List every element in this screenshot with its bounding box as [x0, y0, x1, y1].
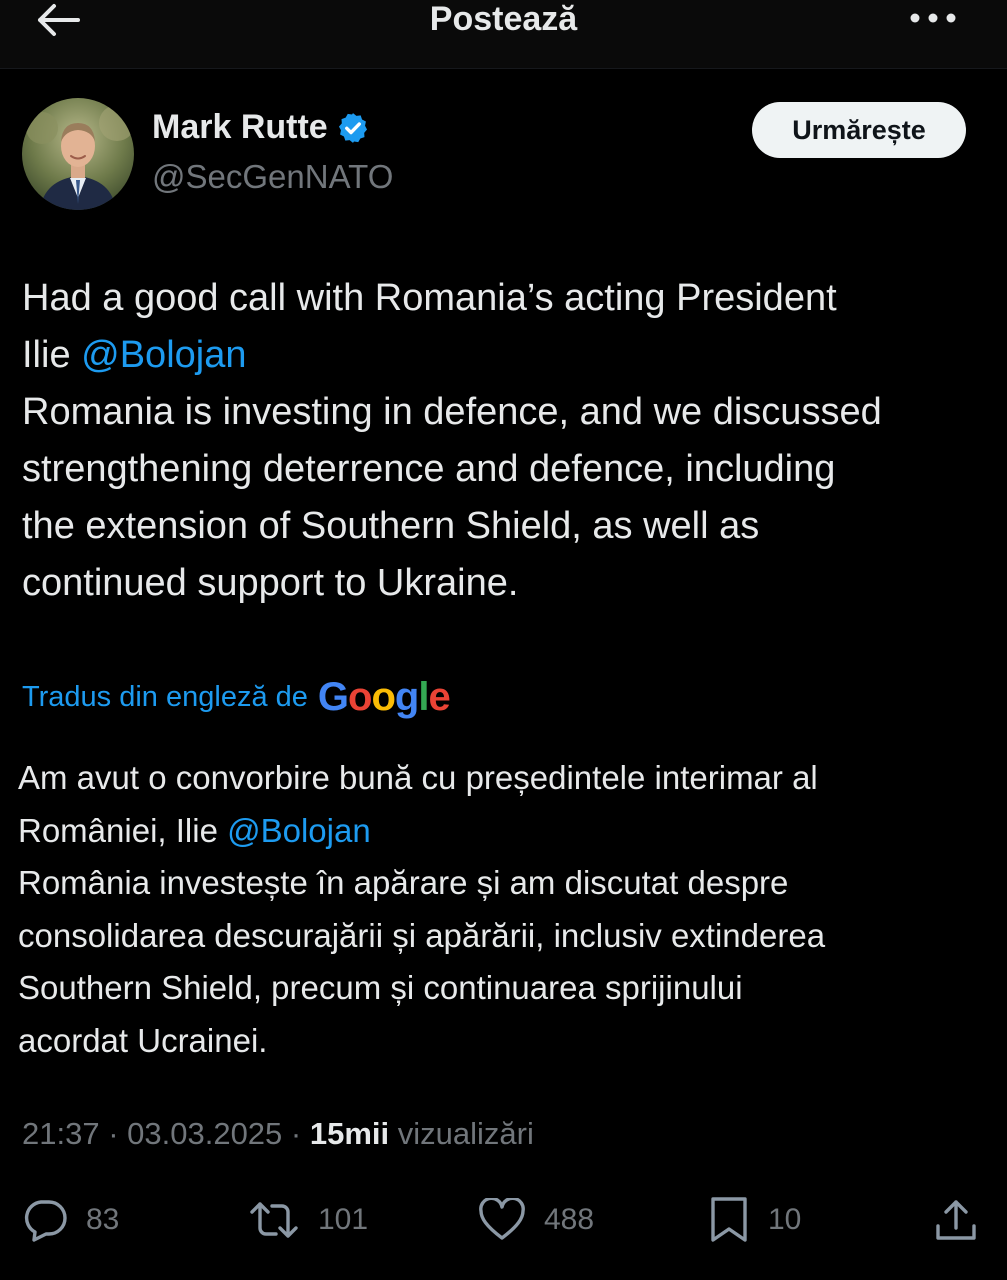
views-count[interactable]: 15mii	[310, 1116, 389, 1151]
repost-count: 101	[318, 1203, 369, 1236]
like-button[interactable]: 488	[478, 1196, 594, 1244]
follow-button[interactable]: Urmărește	[752, 102, 966, 158]
tweet-line: Had a good call with Romania’s acting Pr…	[22, 277, 837, 319]
google-logo: Google	[317, 674, 451, 719]
top-bar: Postează	[0, 0, 1007, 69]
translated-text: Am avut o convorbire bună cu președintel…	[18, 752, 998, 1067]
mention-link[interactable]: @Bolojan	[81, 334, 246, 376]
post-meta: 21:37 · 03.03.2025 · 15mii vizualizări	[22, 1116, 534, 1152]
translated-text-segment: României, Ilie	[18, 811, 228, 849]
verified-badge-icon	[338, 112, 367, 143]
share-button[interactable]	[934, 1196, 978, 1244]
translated-line: Am avut o convorbire bună cu președintel…	[18, 759, 818, 796]
reply-icon	[24, 1200, 67, 1242]
translated-line: României, Ilie @Bolojan	[18, 805, 998, 858]
translated-line: Southern Shield, precum și continuarea s…	[18, 969, 743, 1006]
post-date[interactable]: 03.03.2025	[127, 1116, 282, 1151]
views-label: vizualizări	[397, 1116, 534, 1151]
bookmark-button[interactable]: 10	[708, 1196, 801, 1244]
tweet-line: Romania is investing in defence, and we …	[22, 391, 882, 433]
back-arrow-icon	[38, 4, 80, 36]
post-time[interactable]: 21:37	[22, 1116, 100, 1151]
reply-button[interactable]: 83	[22, 1196, 119, 1244]
more-icon	[910, 13, 956, 23]
translated-line: acordat Ucrainei.	[18, 1021, 268, 1059]
tweet-text-segment: Ilie	[22, 334, 82, 376]
bookmark-count: 10	[768, 1203, 802, 1236]
bookmark-icon	[711, 1197, 747, 1242]
share-icon	[936, 1200, 976, 1240]
like-icon	[479, 1198, 525, 1240]
post-page: Postează Mark Rutte @SecGenNATO Urmăreșt…	[0, 0, 1007, 1280]
repost-button[interactable]: 101	[248, 1196, 368, 1244]
page-title: Postează	[429, 0, 578, 38]
tweet-line: Ilie @Bolojan	[22, 327, 997, 384]
more-options-button[interactable]	[905, 0, 961, 36]
author-name-text: Mark Rutte	[152, 108, 328, 146]
separator: ·	[108, 1116, 128, 1151]
tweet-line: continued support to Ukraine.	[22, 562, 519, 604]
translation-label: Tradus din engleză de	[22, 680, 308, 713]
reply-count: 83	[86, 1203, 120, 1236]
like-count: 488	[544, 1203, 595, 1236]
author-handle[interactable]: @SecGenNATO	[152, 158, 393, 196]
translation-attribution[interactable]: Tradus din engleză de Google	[22, 672, 451, 722]
tweet-line: the extension of Southern Shield, as wel…	[22, 505, 760, 547]
tweet-line: strengthening deterrence and defence, in…	[22, 448, 836, 490]
author-name[interactable]: Mark Rutte	[152, 108, 370, 147]
repost-icon	[250, 1202, 298, 1238]
avatar[interactable]	[22, 98, 134, 210]
tweet-text: Had a good call with Romania’s acting Pr…	[22, 270, 997, 612]
translated-line: România investește în apărare și am disc…	[18, 864, 789, 901]
back-button[interactable]	[30, 0, 86, 40]
translated-line: consolidarea descurajării și apărării, i…	[18, 916, 826, 954]
separator: ·	[290, 1116, 310, 1151]
mention-link[interactable]: @Bolojan	[227, 812, 371, 849]
